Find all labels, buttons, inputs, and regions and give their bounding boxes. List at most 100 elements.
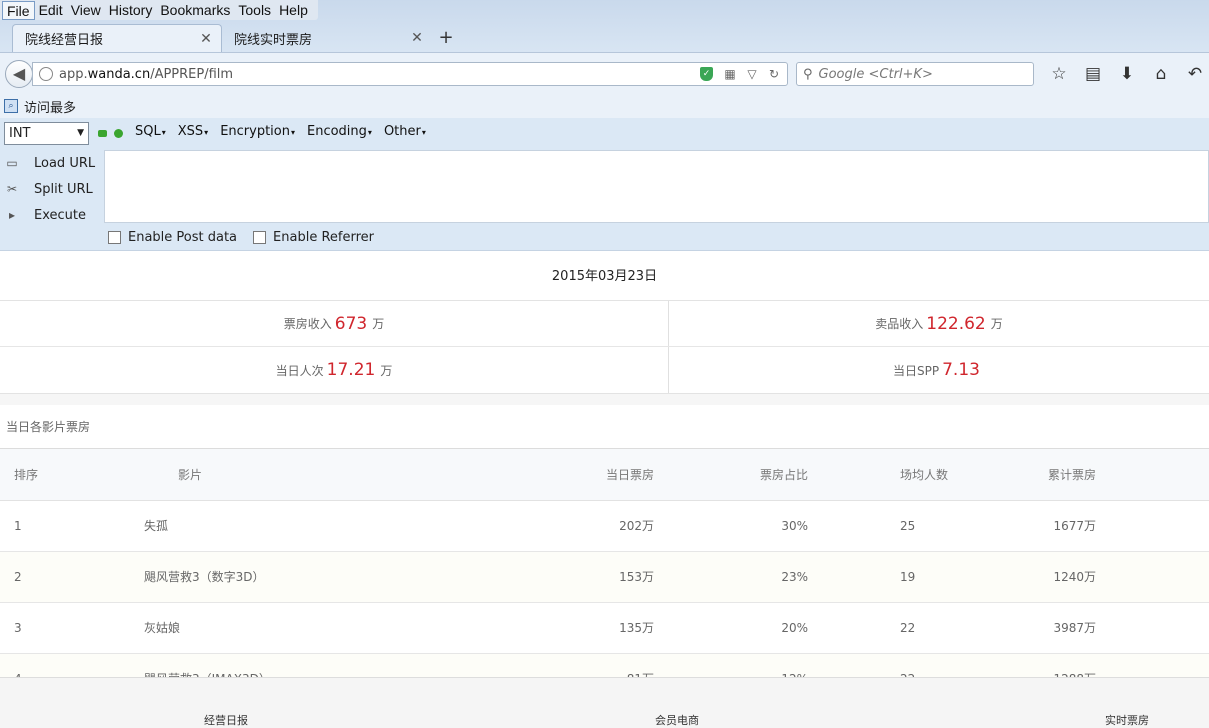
split-url-label: Split URL xyxy=(34,181,93,197)
stat-admissions: 当日人次 17.21 万 xyxy=(0,347,668,393)
menu-edit[interactable]: Edit xyxy=(35,1,67,20)
url-bar[interactable]: app.wanda.cn/APPREP/film ✓ ▦ ▽ ↻ xyxy=(32,62,788,86)
menu-bookmarks[interactable]: Bookmarks xyxy=(156,1,234,20)
hackbar-menu-xss[interactable]: XSS xyxy=(178,124,208,139)
toolbar-icons: ☆ ▤ ⬇ ⌂ ↶ xyxy=(1042,63,1209,85)
cell-rank: 1 xyxy=(0,500,130,552)
menu-view[interactable]: View xyxy=(67,1,105,20)
cell-ratio: 30% xyxy=(654,500,808,552)
section-title: 当日各影片票房 xyxy=(0,405,1209,449)
hackbar-menu-sql[interactable]: SQL xyxy=(135,124,166,139)
search-bar[interactable]: ⚲ Google <Ctrl+K> xyxy=(796,62,1034,86)
qr-code-icon[interactable]: ▦ xyxy=(721,67,739,81)
new-tab-button[interactable]: + xyxy=(432,24,460,52)
stat-unit: 万 xyxy=(380,363,393,378)
undo-icon[interactable]: ↶ xyxy=(1178,63,1209,85)
menu-history[interactable]: History xyxy=(105,1,157,20)
column-film: 影片 xyxy=(130,449,600,501)
film-boxoffice-section: 当日各影片票房 排序 影片 当日票房 票房占比 场均人数 累计票房 1 失孤 2… xyxy=(0,405,1209,705)
hackbar-panel: INT ▼ SQL XSS Encryption Encoding Other … xyxy=(0,118,1209,251)
bookmarks-bar: ⌕ 访问最多 xyxy=(0,94,1209,118)
column-share: 票房占比 xyxy=(654,449,808,501)
tab-title: 院线实时票房 xyxy=(234,32,313,48)
menu-help[interactable]: Help xyxy=(275,1,312,20)
shield-icon[interactable]: ✓ xyxy=(700,67,713,81)
enable-post-data-checkbox[interactable] xyxy=(108,231,121,244)
enable-post-data-option[interactable]: Enable Post data xyxy=(108,230,237,245)
home-icon[interactable]: ⌂ xyxy=(1144,63,1178,85)
hackbar-menu-encryption[interactable]: Encryption xyxy=(220,124,295,139)
cell-avg: 22 xyxy=(808,602,958,654)
dropdown-arrow-icon[interactable]: ▽ xyxy=(743,67,761,81)
hackbar-url-textarea[interactable] xyxy=(104,150,1209,223)
cell-avg: 25 xyxy=(808,500,958,552)
menu-bar: File Edit View History Bookmarks Tools H… xyxy=(0,0,318,20)
stat-value: 673 xyxy=(334,313,368,334)
cell-cumulative: 1240万 xyxy=(958,551,1096,603)
nav-realtime-boxoffice[interactable]: 实时票房 xyxy=(1105,712,1149,728)
enable-referrer-checkbox[interactable] xyxy=(253,231,267,244)
execute-button[interactable]: ▸ Execute xyxy=(0,202,104,228)
load-url-icon: ▭ xyxy=(6,156,18,170)
hackbar-menu: SQL XSS Encryption Encoding Other xyxy=(135,124,438,139)
nav-member-ecommerce[interactable]: 会员电商 xyxy=(655,712,699,728)
cell-ratio: 20% xyxy=(654,602,808,654)
search-icon: ⚲ xyxy=(803,66,813,82)
menu-file[interactable]: File xyxy=(2,0,35,20)
column-rank: 排序 xyxy=(0,449,130,501)
stat-concessions: 卖品收入 122.62 万 xyxy=(668,301,1209,346)
encoding-select[interactable]: INT ▼ xyxy=(4,122,89,145)
stat-label: 当日SPP xyxy=(893,363,940,378)
table-row[interactable]: 2 飓风营救3（数字3D） 153万 23% 19 1240万 xyxy=(0,551,1209,603)
bookmark-most-visited[interactable]: 访问最多 xyxy=(24,97,76,116)
cell-film: 飓风营救3（数字3D） xyxy=(130,551,600,603)
stat-value: 122.62 xyxy=(926,313,986,334)
hackbar-menu-encoding[interactable]: Encoding xyxy=(307,124,372,139)
stats-summary: 票房收入 673 万 卖品收入 122.62 万 当日人次 17.21 万 当日… xyxy=(0,301,1209,394)
load-url-button[interactable]: ▭ Load URL xyxy=(0,150,104,176)
tab-realtime-boxoffice[interactable]: 院线实时票房 ✕ xyxy=(222,24,432,52)
stats-row: 当日人次 17.21 万 当日SPP 7.13 xyxy=(0,347,1209,393)
cell-avg: 19 xyxy=(808,551,958,603)
url-path: /APPREP/film xyxy=(150,66,234,82)
tab-daily-report[interactable]: 院线经营日报 ✕ xyxy=(12,24,222,52)
back-arrow-icon[interactable]: ◀ xyxy=(5,60,33,88)
hackbar-menu-other[interactable]: Other xyxy=(384,124,426,139)
clipboard-icon[interactable]: ▤ xyxy=(1076,63,1110,85)
scissors-icon: ✂ xyxy=(6,182,18,196)
stat-value: 7.13 xyxy=(942,360,980,380)
url-domain: wanda.cn xyxy=(87,66,151,82)
enable-referrer-option[interactable]: Enable Referrer xyxy=(253,230,374,245)
split-url-button[interactable]: ✂ Split URL xyxy=(0,176,104,202)
nav-daily-report[interactable]: 经营日报 xyxy=(204,712,248,728)
cell-film: 失孤 xyxy=(130,500,600,552)
url-text[interactable]: app.wanda.cn/APPREP/film xyxy=(59,67,700,82)
film-boxoffice-table: 排序 影片 当日票房 票房占比 场均人数 累计票房 1 失孤 202万 30% … xyxy=(0,449,1209,705)
stat-label: 当日人次 xyxy=(275,363,324,378)
column-avg-attendance: 场均人数 xyxy=(808,449,958,501)
close-tab-icon[interactable]: ✕ xyxy=(199,31,213,47)
hackbar-actions: ▭ Load URL ✂ Split URL ▸ Execute xyxy=(0,150,104,228)
menu-tools[interactable]: Tools xyxy=(234,1,275,20)
search-placeholder: Google <Ctrl+K> xyxy=(818,66,933,82)
enable-post-data-label: Enable Post data xyxy=(128,230,238,245)
decrease-icon[interactable] xyxy=(98,130,107,137)
download-icon[interactable]: ⬇ xyxy=(1110,63,1144,85)
cell-cumulative: 1677万 xyxy=(958,500,1096,552)
stat-unit: 万 xyxy=(990,317,1003,331)
encoding-select-value: INT xyxy=(9,126,31,141)
cell-spacer xyxy=(1096,500,1209,552)
stats-row: 票房收入 673 万 卖品收入 122.62 万 xyxy=(0,301,1209,347)
table-row[interactable]: 1 失孤 202万 30% 25 1677万 xyxy=(0,500,1209,552)
stat-label: 票房收入 xyxy=(283,317,332,331)
table-header-row: 排序 影片 当日票房 票房占比 场均人数 累计票房 xyxy=(0,449,1209,501)
report-page: 2015年03月23日 票房收入 673 万 卖品收入 122.62 万 当日人… xyxy=(0,252,1209,728)
cell-spacer xyxy=(1096,602,1209,654)
bookmark-star-icon[interactable]: ☆ xyxy=(1042,63,1076,85)
increase-icon[interactable] xyxy=(114,129,123,138)
close-tab-icon[interactable]: ✕ xyxy=(410,30,424,46)
table-row[interactable]: 3 灰姑娘 135万 20% 22 3987万 xyxy=(0,602,1209,654)
cell-today: 153万 xyxy=(600,551,654,603)
cell-rank: 3 xyxy=(0,602,130,654)
reload-icon[interactable]: ↻ xyxy=(765,67,783,81)
